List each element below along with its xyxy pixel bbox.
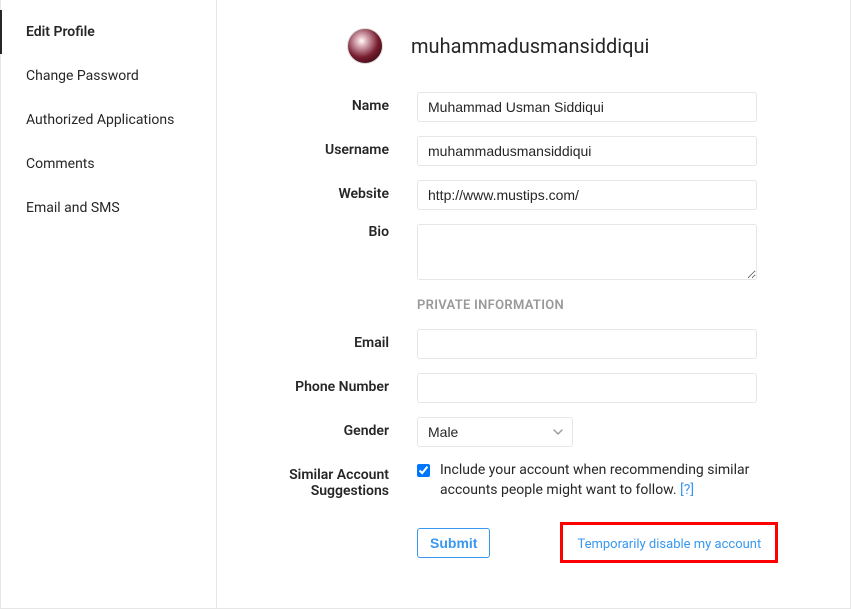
- row-phone: Phone Number: [267, 373, 800, 403]
- similar-label-line2: Suggestions: [311, 483, 389, 499]
- similar-label: Similar Account Suggestions: [267, 461, 417, 499]
- website-label: Website: [267, 180, 417, 202]
- form-actions: Submit Temporarily disable my account: [417, 522, 800, 563]
- similar-label-line1: Similar Account: [289, 467, 389, 483]
- similar-description: Include your account when recommending s…: [440, 461, 757, 500]
- profile-header: muhammadusmansiddiqui: [347, 28, 800, 64]
- sidebar-item-authorized-applications[interactable]: Authorized Applications: [0, 98, 216, 142]
- similar-checkbox[interactable]: [417, 464, 430, 477]
- bio-field[interactable]: [417, 224, 757, 280]
- settings-container: Edit Profile Change Password Authorized …: [0, 0, 851, 609]
- gender-label: Gender: [267, 417, 417, 439]
- sidebar-item-email-sms[interactable]: Email and SMS: [0, 186, 216, 230]
- email-field[interactable]: [417, 329, 757, 359]
- sidebar: Edit Profile Change Password Authorized …: [0, 0, 217, 608]
- disable-account-link[interactable]: Temporarily disable my account: [577, 537, 761, 552]
- row-website: Website: [267, 180, 800, 210]
- row-gender: Gender Male: [267, 417, 800, 447]
- bio-label: Bio: [267, 224, 417, 240]
- row-username: Username: [267, 136, 800, 166]
- row-bio: Bio: [267, 224, 800, 284]
- avatar[interactable]: [347, 28, 383, 64]
- username-label: Username: [267, 136, 417, 158]
- name-field[interactable]: [417, 92, 757, 122]
- highlight-annotation: Temporarily disable my account: [560, 522, 778, 563]
- submit-button[interactable]: Submit: [417, 528, 490, 558]
- private-info-header: PRIVATE INFORMATION: [417, 298, 800, 313]
- username-field[interactable]: [417, 136, 757, 166]
- page-title: muhammadusmansiddiqui: [411, 34, 649, 58]
- gender-select[interactable]: Male: [417, 417, 573, 447]
- similar-text: Include your account when recommending s…: [440, 462, 749, 498]
- phone-label: Phone Number: [267, 373, 417, 395]
- phone-field[interactable]: [417, 373, 757, 403]
- sidebar-item-edit-profile[interactable]: Edit Profile: [0, 10, 216, 54]
- row-name: Name: [267, 92, 800, 122]
- name-label: Name: [267, 92, 417, 114]
- sidebar-item-change-password[interactable]: Change Password: [0, 54, 216, 98]
- help-link[interactable]: [?]: [680, 482, 694, 498]
- row-similar: Similar Account Suggestions Include your…: [267, 461, 800, 500]
- sidebar-item-comments[interactable]: Comments: [0, 142, 216, 186]
- row-email: Email: [267, 329, 800, 359]
- website-field[interactable]: [417, 180, 757, 210]
- main-content: muhammadusmansiddiqui Name Username Webs…: [217, 0, 850, 608]
- email-label: Email: [267, 329, 417, 351]
